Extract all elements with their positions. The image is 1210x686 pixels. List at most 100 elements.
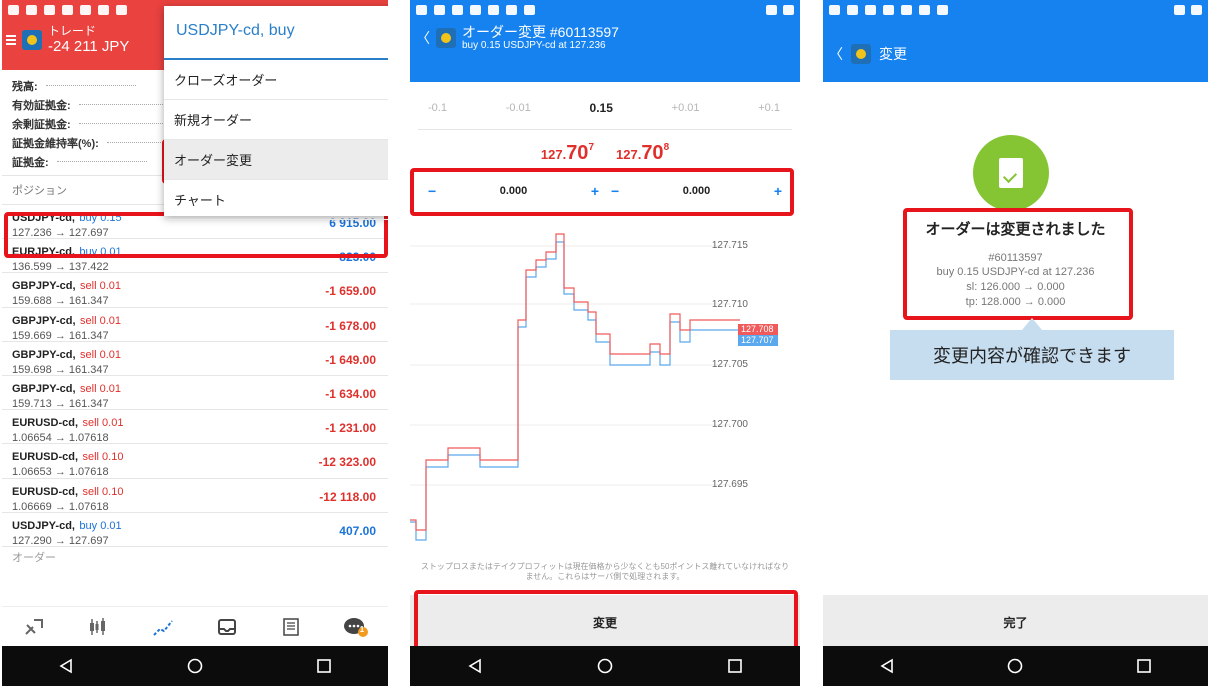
android-nav-bar [2,646,388,686]
equity-label: 有効証拠金: [12,99,71,112]
back-icon[interactable]: 〈 [829,44,843,64]
axis-label: 127.715 [711,240,748,251]
volume-plus-001[interactable]: +0.01 [672,102,700,114]
trade-icon[interactable] [150,616,176,638]
back-nav-icon[interactable] [455,651,495,681]
notification-icon [434,5,445,15]
position-row[interactable]: GBPJPY-cd, sell 0.01 159.713 → 161.347 -1 … [2,376,388,411]
account-pl: -24 211 JPY [48,38,130,55]
notification-icon [8,5,19,15]
position-row[interactable]: EURUSD-cd, sell 0.10 1.06653 → 1.07618 -12… [2,444,388,479]
quotes-icon[interactable] [21,616,47,638]
notification-icon [937,5,948,15]
history-icon[interactable] [214,616,240,638]
price-quotes: 127.707 127.708 [410,142,800,166]
position-row[interactable]: EURUSD-cd, sell 0.10 1.06669 → 1.07618 -12… [2,479,388,513]
take-profit-value[interactable]: 0.000 [683,185,711,197]
axis-label: 127.695 [711,479,748,490]
notification-icon [829,5,840,15]
back-nav-icon[interactable] [867,651,907,681]
recents-nav-icon[interactable] [1124,651,1164,681]
position-prices: 127.236 → 127.697 [12,227,109,239]
back-nav-icon[interactable] [46,651,86,681]
position-pl: 823.00 [339,250,376,265]
bid-price-tag: 127.707 [738,335,778,346]
axis-label: 127.700 [711,419,748,430]
menu-item-new-order[interactable]: 新規オーダー [164,100,388,140]
volume-plus-01[interactable]: +0.1 [758,102,780,114]
recents-nav-icon[interactable] [304,651,344,681]
stop-loss-value[interactable]: 0.000 [500,185,528,197]
take-profit-field: − 0.000 + [605,183,788,199]
battery-icon [1191,5,1202,15]
menu-icon[interactable] [6,35,16,45]
position-symbol: EURUSD-cd, [12,485,79,498]
position-row[interactable]: GBPJPY-cd, sell 0.01 159.688 → 161.347 -1 … [2,273,388,308]
position-pl: -12 323.00 [318,455,376,470]
order-modified-screen: 〈 変更 オーダーは変更されました #60113597 buy 0.15 USD… [823,0,1208,686]
modify-button[interactable]: 変更 [410,595,800,650]
notification-icon [919,5,930,15]
done-button[interactable]: 完了 [823,595,1208,650]
order-number: #60113597 [988,252,1043,264]
axis-label: 127.705 [711,359,748,370]
position-pl: -1 649.00 [325,352,376,367]
confirm-header: 〈 変更 [823,0,1208,82]
ask-line [410,233,740,531]
bid-line [410,241,740,541]
home-nav-icon[interactable] [585,651,625,681]
volume-minus-001[interactable]: -0.01 [506,102,531,114]
position-row[interactable]: EURUSD-cd, sell 0.01 1.06654 → 1.07618 -1 … [2,410,388,445]
chart-icon[interactable] [85,616,111,638]
notification-icon [452,5,463,15]
position-side: sell 0.10 [82,451,124,464]
position-symbol: GBPJPY-cd, [12,382,76,395]
volume-minus-01[interactable]: -0.1 [428,102,447,114]
position-pl: -1 634.00 [325,386,376,401]
chat-icon[interactable]: 1 [343,616,369,638]
position-side: sell 0.01 [82,417,124,430]
stop-loss-minus-button[interactable]: − [428,183,436,199]
menu-item-close-order[interactable]: クローズオーダー [164,60,388,100]
home-nav-icon[interactable] [995,651,1035,681]
position-side: sell 0.10 [82,485,124,498]
take-profit-plus-button[interactable]: + [774,183,782,199]
home-nav-icon[interactable] [175,651,215,681]
position-row[interactable]: EURJPY-cd, buy 0.01 136.599 → 137.422 823.… [2,239,388,274]
bottom-tab-bar: 1 [2,606,388,646]
position-pl: -12 118.00 [319,489,376,504]
back-icon[interactable]: 〈 [416,28,430,48]
margin-level-label: 証拠金維持率(%): [12,137,99,150]
page-title: オーダー変更 #60113597 [462,24,619,40]
notification-icon [883,5,894,15]
news-icon[interactable] [278,616,304,638]
bid-price: 127.707 [540,142,594,164]
position-row[interactable]: GBPJPY-cd, sell 0.01 159.698 → 161.347 -1 … [2,342,388,376]
notification-icon [470,5,481,15]
volume-stepper: -0.1 -0.01 0.15 +0.01 +0.1 [418,86,792,130]
axis-label: 127.710 [711,299,748,310]
stop-loss-plus-button[interactable]: + [591,183,599,199]
position-pl: -1 659.00 [325,284,376,299]
menu-item-chart[interactable]: チャート [164,180,388,220]
warning-icon [80,5,91,15]
volume-value: 0.15 [589,100,613,115]
position-symbol: EURUSD-cd, [12,417,79,430]
margin-label: 証拠金: [12,156,49,169]
position-prices: 136.599 → 137.422 [12,261,109,274]
notification-icon [116,5,127,15]
notification-icon [98,5,109,15]
position-row[interactable]: GBPJPY-cd, sell 0.01 159.669 → 161.347 -1 … [2,308,388,342]
android-nav-bar [410,646,800,686]
recents-nav-icon[interactable] [715,651,755,681]
position-symbol: GBPJPY-cd, [12,314,76,327]
take-profit-minus-button[interactable]: − [611,183,619,199]
notification-icon [44,5,55,15]
stop-loss-field: − 0.000 + [422,183,605,199]
page-title: 変更 [879,46,907,62]
menu-item-modify-order[interactable]: オーダー変更 [164,140,388,180]
position-symbol: EURUSD-cd, [12,451,79,464]
notification-icon [847,5,858,15]
position-row[interactable]: USDJPY-cd, buy 0.01 127.290 → 127.697 407.… [2,513,388,547]
page-title: トレード [48,24,97,38]
